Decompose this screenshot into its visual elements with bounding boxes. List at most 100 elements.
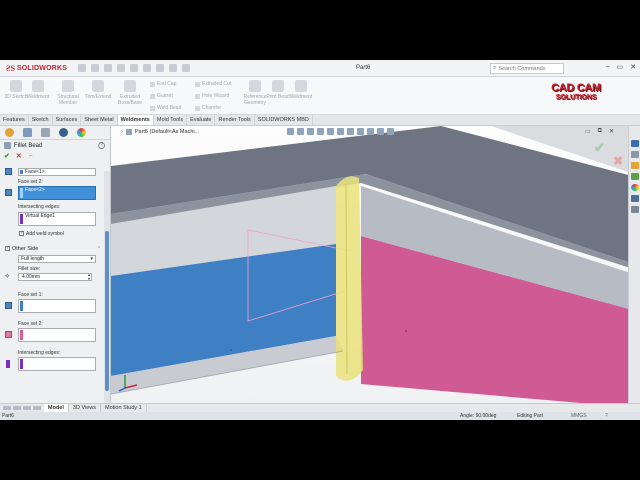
pm-scrollbar[interactable]: [104, 171, 110, 403]
select-icon[interactable]: [156, 64, 164, 72]
tab-sheet-metal[interactable]: Sheet Metal: [81, 115, 118, 125]
chamfer-button[interactable]: Chamfer: [195, 105, 221, 111]
tab-weldments[interactable]: Weldments: [117, 115, 154, 125]
solidworks-logo[interactable]: ƧS SOLIDWORKS: [6, 63, 67, 74]
view-orientation-icon[interactable]: [337, 128, 344, 135]
forum-icon[interactable]: [631, 206, 639, 213]
hole-wizard-button[interactable]: Hole Wizard: [195, 93, 229, 99]
zoom-area-icon[interactable]: [297, 128, 304, 135]
ok-button[interactable]: ✔: [4, 152, 10, 160]
status-help-icon[interactable]: ?: [605, 412, 608, 420]
weld-bead-button[interactable]: Weld Bead: [150, 105, 181, 111]
tab-3d-views[interactable]: 3D Views: [69, 404, 102, 412]
window-controls: – ▭ ✕: [606, 63, 636, 71]
gusset-button[interactable]: Gusset: [150, 93, 173, 99]
extruded-cut-button[interactable]: Extruded Cut: [195, 81, 231, 87]
bead-length-select[interactable]: Full length ▾: [18, 255, 96, 263]
pushpin-icon[interactable]: ⇔: [28, 153, 34, 159]
viewport-tile-icon[interactable]: ⧉: [598, 128, 602, 135]
close-icon[interactable]: ✕: [630, 63, 636, 71]
display-manager-icon[interactable]: [77, 128, 86, 137]
solidworks-resources-icon[interactable]: [631, 140, 639, 147]
new-icon[interactable]: [91, 64, 99, 72]
structural-member-button[interactable]: Structural Member: [54, 80, 82, 106]
save-icon[interactable]: [117, 64, 125, 72]
other-face-set2-field[interactable]: [18, 328, 96, 342]
zoom-to-fit-icon[interactable]: [287, 128, 294, 135]
tab-sketch[interactable]: Sketch: [29, 115, 53, 125]
tab-solidworks-mbd[interactable]: SOLIDWORKS MBD: [255, 115, 313, 125]
tab-model[interactable]: Model: [44, 404, 69, 412]
add-weld-symbol-checkbox[interactable]: ✓: [19, 231, 24, 236]
quick-access-toolbar: [78, 64, 190, 72]
extruded-boss-button[interactable]: Extruded Boss/Base: [116, 80, 144, 106]
viewport-close-icon[interactable]: ✕: [609, 128, 614, 135]
restore-icon[interactable]: ▭: [617, 63, 624, 71]
undo-icon[interactable]: [143, 64, 151, 72]
section-view-icon[interactable]: [317, 128, 324, 135]
display-style-icon[interactable]: [347, 128, 354, 135]
face-set1-icon: [5, 168, 12, 175]
property-manager-icon[interactable]: [23, 128, 32, 137]
breadcrumb[interactable]: › Part6 (Default<As Machi...: [121, 129, 199, 135]
end-cap-button[interactable]: End Cap: [150, 81, 176, 87]
open-icon[interactable]: [104, 64, 112, 72]
confirm-ok-icon[interactable]: ✔: [594, 140, 605, 156]
pm-scroll-area: Face<1> Face set 2: Face<2> Intersecting…: [0, 168, 104, 403]
view-settings-icon[interactable]: [387, 128, 394, 135]
confirm-cancel-icon[interactable]: ✖: [613, 154, 623, 168]
tab-mold-tools[interactable]: Mold Tools: [154, 115, 188, 125]
print-bead-icon: [272, 80, 284, 92]
edit-appearance-icon[interactable]: [367, 128, 374, 135]
design-library-icon[interactable]: [631, 151, 639, 158]
other-intersecting-edges-field[interactable]: [18, 357, 96, 371]
extruded-boss-icon: [124, 80, 136, 92]
cancel-button[interactable]: ✕: [16, 152, 22, 160]
scroll-thumb[interactable]: [105, 231, 109, 391]
graphics-area[interactable]: › Part6 (Default<As Machi... ▭ ⧉ ✕ ✔ ✖: [111, 126, 640, 403]
search-commands[interactable]: ⌕: [490, 63, 564, 74]
tab-scroll-controls[interactable]: [0, 404, 44, 412]
viewport-restore-icon[interactable]: ▭: [585, 128, 591, 135]
configuration-manager-icon[interactable]: [41, 128, 50, 137]
fillet-size-input[interactable]: 4.00mm ▴ ▾: [18, 273, 92, 281]
file-explorer-icon[interactable]: [631, 162, 639, 169]
other-side-checkbox[interactable]: ✓: [5, 246, 10, 251]
weldment-button-2[interactable]: Weldment: [287, 80, 315, 100]
spinner-icon[interactable]: ▴ ▾: [88, 273, 90, 281]
trim-extend-button[interactable]: Trim/Extend: [84, 80, 112, 100]
pm-header: Fillet Bead: [0, 140, 110, 151]
view-palette-icon[interactable]: [631, 173, 639, 180]
tab-evaluate[interactable]: Evaluate: [187, 115, 216, 125]
custom-properties-icon[interactable]: [631, 195, 639, 202]
dynamic-annotation-icon[interactable]: [327, 128, 334, 135]
status-units[interactable]: MMGS: [571, 412, 587, 420]
home-icon[interactable]: [78, 64, 86, 72]
intersecting-edges-field[interactable]: Virtual Edge1: [18, 212, 96, 226]
weldment-icon: [295, 80, 307, 92]
other-face-set1-field[interactable]: [18, 299, 96, 313]
help-icon[interactable]: ?: [98, 142, 105, 149]
search-input[interactable]: [498, 65, 559, 72]
options-icon[interactable]: [182, 64, 190, 72]
previous-view-icon[interactable]: [307, 128, 314, 135]
tab-features[interactable]: Features: [0, 115, 29, 125]
print-icon[interactable]: [130, 64, 138, 72]
apply-scene-icon[interactable]: [377, 128, 384, 135]
tab-motion-study[interactable]: Motion Study 1: [101, 404, 147, 412]
weldment-button[interactable]: Weldment: [24, 80, 52, 100]
structural-member-icon: [62, 80, 74, 92]
dimxpert-icon[interactable]: [59, 128, 68, 137]
rebuild-icon[interactable]: [169, 64, 177, 72]
collapse-icon[interactable]: ⌃: [97, 246, 101, 252]
face-set2-field[interactable]: Face<2>: [18, 186, 96, 200]
tab-render-tools[interactable]: Render Tools: [215, 115, 255, 125]
feature-manager-icon[interactable]: [5, 128, 14, 137]
face-set1-field[interactable]: Face<1>: [18, 168, 96, 176]
face-set2-label: Face set 2:: [18, 179, 43, 185]
tab-surfaces[interactable]: Surfaces: [53, 115, 82, 125]
minimize-icon[interactable]: –: [606, 63, 610, 71]
appearances-icon[interactable]: [631, 184, 639, 191]
model-view[interactable]: [111, 126, 640, 403]
hide-show-icon[interactable]: [357, 128, 364, 135]
